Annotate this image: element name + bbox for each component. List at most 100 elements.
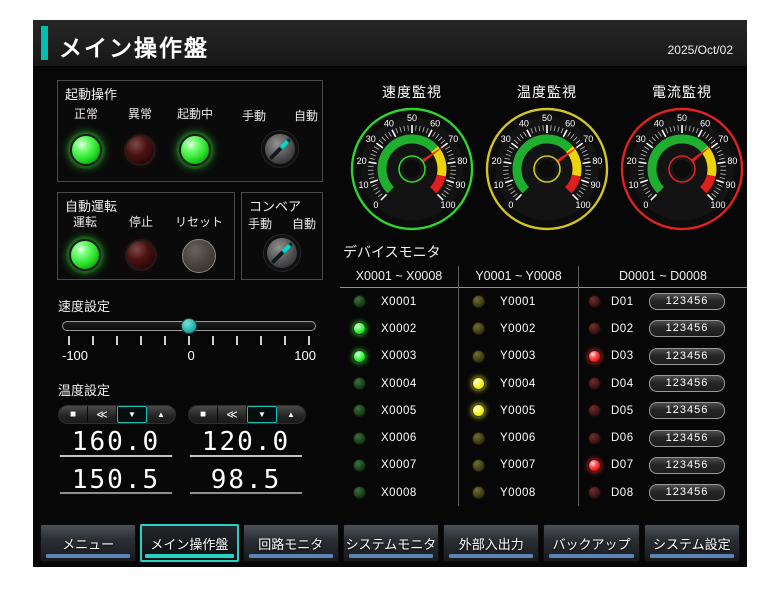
device-label: X0007 [381, 459, 417, 471]
device-label: D08 [611, 487, 647, 499]
data-value-display[interactable]: 123456 [649, 375, 725, 392]
gauge-title: 速度監視 [347, 82, 477, 102]
slider-track[interactable] [62, 321, 316, 331]
monitor-row: D03123456 [579, 343, 747, 370]
green-pilot-lamp [70, 134, 102, 166]
stop-button[interactable]: ■ [189, 406, 218, 423]
monitor-row: X0002 [340, 315, 458, 342]
svg-text:70: 70 [583, 134, 593, 144]
data-value-display[interactable]: 123456 [649, 484, 725, 501]
bottom-navigation: メニュー メイン操作盤回路モニタシステムモニタ外部入出力バックアップシステム設定 [40, 524, 740, 562]
nav-tab-6[interactable]: バックアップ [543, 524, 639, 562]
data-value-display[interactable]: 123456 [649, 293, 725, 310]
svg-text:20: 20 [492, 156, 502, 166]
svg-text:20: 20 [357, 156, 367, 166]
conveyor-mode-knob[interactable] [264, 235, 300, 271]
svg-text:80: 80 [727, 156, 737, 166]
startup-operation-panel: 起動操作 正常異常起動中 手動 自動 [57, 80, 323, 182]
nav-tab-label: メニュー [62, 534, 114, 553]
slider-thumb[interactable] [181, 318, 197, 334]
lamp-label: 正常 [60, 105, 112, 119]
down-button[interactable]: ▼ [117, 406, 147, 423]
green-indicator-lamp [353, 322, 366, 335]
hmi-screen: メイン操作盤 2025/Oct/02 起動操作 正常異常起動中 手動 自動 自動… [33, 20, 747, 567]
yellow-indicator-lamp [472, 404, 485, 417]
startup-panel-title: 起動操作 [65, 84, 117, 103]
knob-indicator [269, 138, 292, 161]
nav-tab-underline [46, 554, 130, 558]
speed-slider: -100 0 100 [62, 321, 316, 363]
device-label: X0001 [381, 296, 417, 308]
startup-mode-switch-unit: 手動 自動 [240, 107, 320, 167]
temp-spinner-left: ■≪▼▲ [58, 405, 176, 424]
device-label: Y0006 [500, 432, 536, 444]
stop-button[interactable]: ■ [59, 406, 88, 423]
data-value-display[interactable]: 123456 [649, 457, 725, 474]
nav-tab-4[interactable]: システムモニタ [343, 524, 439, 562]
slider-tick [164, 336, 166, 345]
device-label: Y0003 [500, 350, 536, 362]
svg-text:60: 60 [565, 119, 575, 129]
device-monitor-title: デバイスモニタ [343, 242, 441, 262]
monitor-row: X0006 [340, 424, 458, 451]
nav-tab-5[interactable]: 外部入出力 [443, 524, 539, 562]
current-gauge: 電流監視0102030405060708090100 [617, 82, 747, 234]
nav-tab-label: システムモニタ [346, 534, 437, 553]
slider-mid-label: 0 [188, 348, 195, 363]
data-value-display[interactable]: 123456 [649, 320, 725, 337]
device-label: X0006 [381, 432, 417, 444]
manual-label: 手動 [242, 107, 266, 121]
up-button[interactable]: ▲ [277, 406, 305, 423]
nav-tab-underline [549, 554, 633, 558]
lamp-unit: 停止 [118, 213, 164, 271]
svg-text:80: 80 [457, 156, 467, 166]
lamp-unit: 正常 [60, 105, 112, 166]
slider-tick [308, 336, 310, 345]
slider-tick [140, 336, 142, 345]
nav-tab-2[interactable]: メイン操作盤 [140, 524, 238, 562]
red-indicator-lamp [588, 377, 601, 390]
temp-setpoint-left[interactable]: 160.0 [60, 427, 172, 457]
device-label: D06 [611, 432, 647, 444]
down-button[interactable]: ▼ [247, 406, 277, 423]
yellow-indicator-lamp [472, 350, 485, 363]
fast-down-button[interactable]: ≪ [218, 406, 247, 423]
knob-indicator [271, 242, 294, 265]
green-indicator-lamp [353, 486, 366, 499]
data-value-display[interactable]: 123456 [649, 402, 725, 419]
yellow-indicator-lamp [472, 459, 485, 472]
svg-text:90: 90 [590, 180, 600, 190]
data-value-display[interactable]: 123456 [649, 430, 725, 447]
device-label: X0004 [381, 378, 417, 390]
monitor-column-y: Y0001 ~ Y0008 Y0001Y0002Y0003Y0004Y0005Y… [458, 266, 578, 506]
nav-tab-7[interactable]: システム設定 [644, 524, 740, 562]
data-value-display[interactable]: 123456 [649, 348, 725, 365]
column-header: D0001 ~ D0008 [579, 266, 747, 288]
nav-tab-underline [449, 554, 533, 558]
temp-setpoint-right[interactable]: 120.0 [190, 427, 302, 457]
yellow-indicator-lamp [472, 322, 485, 335]
red-indicator-lamp [588, 432, 601, 445]
temp-current-right: 98.5 [190, 466, 302, 494]
monitor-row: D08123456 [579, 479, 747, 506]
svg-text:80: 80 [592, 156, 602, 166]
fast-down-button[interactable]: ≪ [88, 406, 117, 423]
red-indicator-lamp [588, 295, 601, 308]
svg-text:60: 60 [700, 119, 710, 129]
svg-text:50: 50 [407, 113, 417, 123]
reset-button[interactable] [182, 239, 216, 273]
up-button[interactable]: ▲ [147, 406, 175, 423]
auto-operation-panel: 自動運転 運転停止 リセット [57, 192, 235, 280]
nav-tab-1[interactable]: メニュー [40, 524, 136, 562]
red-pilot-lamp [124, 134, 156, 166]
page-title: メイン操作盤 [59, 29, 209, 63]
lamp-label: 停止 [118, 213, 164, 227]
monitor-row: X0008 [340, 479, 458, 506]
nav-tab-3[interactable]: 回路モニタ [243, 524, 339, 562]
device-label: Y0004 [500, 378, 536, 390]
svg-text:70: 70 [448, 134, 458, 144]
monitor-row: D05123456 [579, 397, 747, 424]
startup-mode-knob[interactable] [262, 131, 298, 167]
monitor-row: X0001 [340, 288, 458, 315]
slider-tick [92, 336, 94, 345]
